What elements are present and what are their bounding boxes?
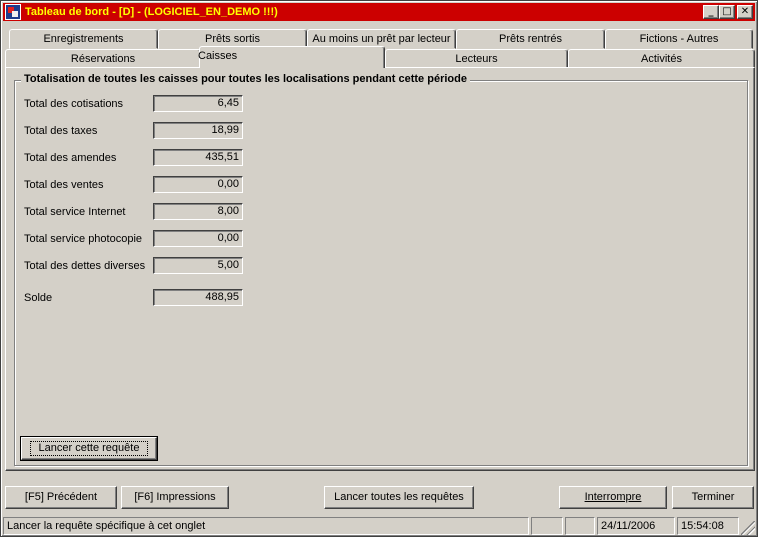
interrupt-label: Interrompre [584,491,642,503]
label-amendes: Total des amendes [24,152,117,164]
label-service-photocopie: Total service photocopie [24,233,143,245]
totals-group: Totalisation de toutes les caisses pour … [14,73,748,466]
main-window: Tableau de bord - [D] - (LOGICIEL_EN_DEM… [0,0,758,537]
label-solde: Solde [24,292,53,304]
label-taxes: Total des taxes [24,125,98,137]
value-dettes-diverses: 5,00 [153,257,243,274]
status-bar: Lancer la requête spécifique à cet ongle… [3,517,755,535]
terminate-button[interactable]: Terminer [672,486,754,509]
tab-caisses-label: Caisses [198,50,238,62]
value-taxes: 18,99 [153,122,243,139]
run-query-button[interactable]: Lancer cette requête [20,436,158,461]
label-service-internet: Total service Internet [24,206,126,218]
resize-grip-icon[interactable] [741,521,755,535]
status-time: 15:54:08 [677,517,739,535]
value-solde: 488,95 [153,289,243,306]
tab-enregistrements[interactable]: Enregistrements [9,29,158,49]
value-cotisations: 6,45 [153,95,243,112]
app-icon[interactable] [5,4,21,20]
value-amendes: 435,51 [153,149,243,166]
close-button[interactable]: ✕ [737,5,753,19]
group-title: Totalisation de toutes les caisses pour … [21,73,470,85]
window-title: Tableau de bord - [D] - (LOGICIEL_EN_DEM… [25,6,278,18]
status-panel-empty-1 [531,517,563,535]
value-ventes: 0,00 [153,176,243,193]
interrupt-button[interactable]: Interrompre [559,486,667,509]
run-all-queries-button[interactable]: Lancer toutes les requêtes [324,486,474,509]
title-bar[interactable]: Tableau de bord - [D] - (LOGICIEL_EN_DEM… [3,3,755,21]
tab-reservations[interactable]: Réservations [5,49,201,69]
label-ventes: Total des ventes [24,179,104,191]
label-dettes-diverses: Total des dettes diverses [24,260,146,272]
impressions-button[interactable]: [F6] Impressions [121,486,229,509]
value-service-photocopie: 0,00 [153,230,243,247]
status-message: Lancer la requête spécifique à cet ongle… [3,517,529,535]
precedent-button[interactable]: [F5] Précédent [5,486,117,509]
label-cotisations: Total des cotisations [24,98,124,110]
caption-buttons: _ □ ✕ [703,5,753,19]
tab-panel-caisses: Totalisation de toutes les caisses pour … [5,67,755,471]
status-panel-empty-2 [565,517,595,535]
status-date: 24/11/2006 [597,517,675,535]
maximize-button[interactable]: □ [719,5,735,19]
run-query-label: Lancer cette requête [29,441,149,456]
tab-caisses[interactable]: Caisses [198,46,385,68]
tab-fictions-autres[interactable]: Fictions - Autres [605,29,753,49]
value-service-internet: 8,00 [153,203,243,220]
minimize-button[interactable]: _ [703,5,719,19]
tab-activites[interactable]: Activités [568,49,755,69]
tab-prets-rentres[interactable]: Prêts rentrés [456,29,605,49]
tab-lecteurs[interactable]: Lecteurs [385,49,568,69]
